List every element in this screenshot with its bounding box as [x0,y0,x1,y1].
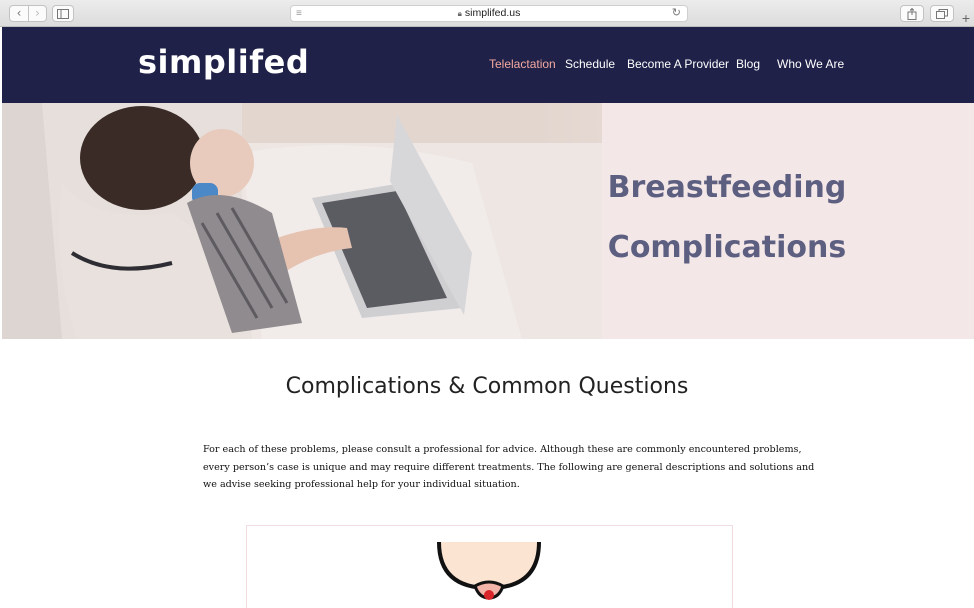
nav-item-schedule[interactable]: Schedule [565,57,615,71]
reload-icon[interactable]: ↻ [672,6,681,19]
intro-paragraph: For each of these problems, please consu… [203,441,815,494]
nav-item-telelactation[interactable]: Telelactation [489,57,556,71]
complication-illustration-card [246,525,733,608]
hero-banner: Breastfeeding Complications [2,103,974,339]
main-nav: Telelactation Schedule Become A Provider… [2,57,974,75]
section-title: Complications & Common Questions [285,374,689,399]
hero-title-line2: Complications [607,230,847,265]
intro-line: every person’s case is unique and may re… [203,461,815,473]
intro-line: we advise seeking professional help for … [203,479,520,490]
nav-item-blog[interactable]: Blog [736,57,760,71]
tabs-button[interactable] [930,5,954,22]
address-bar[interactable]: ≡ 🔒︎ simplifed.us ↻ [290,5,688,22]
share-button[interactable] [900,5,924,22]
tabs-icon [936,9,948,19]
chevron-right-icon: › [35,6,40,20]
plus-icon: + [961,10,971,26]
browser-toolbar: ‹ › ≡ 🔒︎ simplifed.us ↻ + [0,0,974,27]
lock-icon: 🔒︎ [457,9,462,18]
new-tab-button[interactable]: + [958,9,974,27]
sidebar-icon [57,9,69,19]
forward-button[interactable]: › [28,5,47,22]
share-icon [907,7,917,20]
url-text: simplifed.us [464,7,521,19]
breast-illustration [437,541,541,600]
hero-title-line1: Breastfeeding [607,170,847,205]
sidebar-button[interactable] [52,5,74,22]
nav-item-become-a-provider[interactable]: Become A Provider [627,57,729,71]
site-header: simplifed Telelactation Schedule Become … [2,27,974,103]
back-button[interactable]: ‹ [9,5,29,22]
intro-line: For each of these problems, please consu… [203,444,802,455]
nav-item-who-we-are[interactable]: Who We Are [777,57,844,71]
chevron-left-icon: ‹ [16,6,22,20]
hero-photo-mother-baby-laptop [2,103,974,339]
